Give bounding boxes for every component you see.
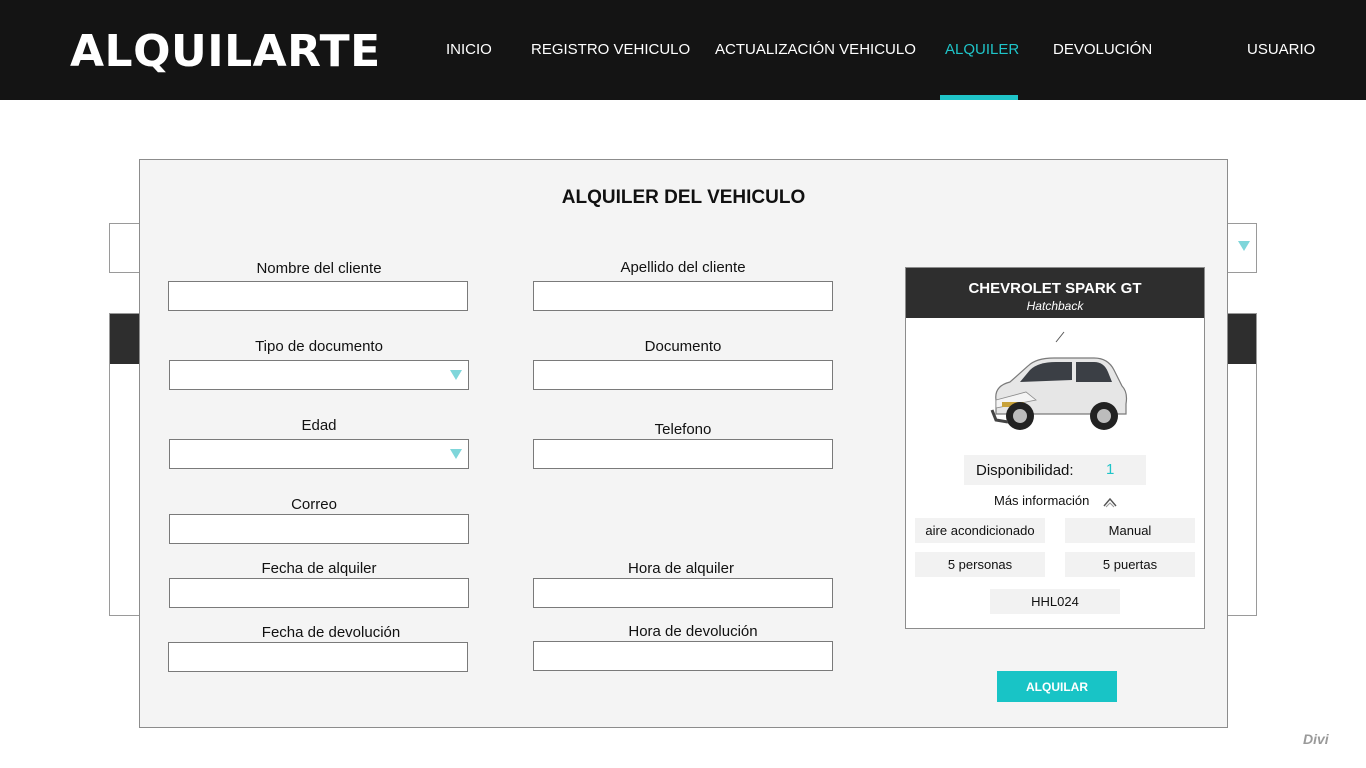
label-hora-devolucion: Hora de devolución [628, 623, 758, 640]
label-fecha-alquiler: Fecha de alquiler [261, 560, 377, 577]
availability-label: Disponibilidad: [976, 462, 1074, 479]
top-navbar: ALQUILARTE INICIO REGISTRO VEHICULO ACTU… [0, 0, 1366, 100]
label-documento: Documento [644, 338, 722, 355]
modal-title: ALQUILER DEL VEHICULO [561, 187, 806, 208]
label-edad: Edad [301, 417, 337, 434]
telefono-input[interactable] [533, 439, 833, 469]
nav-alquiler[interactable]: ALQUILER [945, 41, 1019, 58]
apellido-cliente-input[interactable] [533, 281, 833, 311]
chevron-down-icon [450, 370, 462, 380]
active-nav-indicator [940, 95, 1018, 100]
label-fecha-devolucion: Fecha de devolución [261, 624, 401, 641]
vehicle-card: CHEVROLET SPARK GT Hatchback Disponibili… [905, 267, 1205, 629]
chevron-down-icon [1238, 241, 1250, 251]
documento-input[interactable] [533, 360, 833, 390]
nav-actualizacion-vehiculo[interactable]: ACTUALIZACIÓN VEHICULO [715, 41, 916, 58]
vehicle-name: CHEVROLET SPARK GT [968, 280, 1142, 297]
alquilar-button[interactable]: ALQUILAR [997, 671, 1117, 702]
label-hora-alquiler: Hora de alquiler [628, 560, 734, 577]
availability-value: 1 [1106, 461, 1115, 478]
chevron-down-icon [450, 449, 462, 459]
logo[interactable]: ALQUILARTE [70, 26, 381, 77]
nav-registro-vehiculo[interactable]: REGISTRO VEHICULO [531, 41, 690, 58]
vehicle-card-header: CHEVROLET SPARK GT Hatchback [906, 268, 1204, 318]
fecha-alquiler-input[interactable] [169, 578, 469, 608]
hora-alquiler-input[interactable] [533, 578, 833, 608]
edad-select[interactable] [169, 439, 469, 469]
fecha-devolucion-input[interactable] [168, 642, 468, 672]
availability-box: Disponibilidad: 1 [964, 455, 1146, 485]
chevron-up-icon[interactable] [1102, 495, 1118, 509]
spec-passengers: 5 personas [915, 552, 1045, 577]
label-nombre: Nombre del cliente [256, 260, 382, 277]
nav-usuario[interactable]: USUARIO [1247, 41, 1315, 58]
hora-devolucion-input[interactable] [533, 641, 833, 671]
correo-input[interactable] [169, 514, 469, 544]
rental-modal: ALQUILER DEL VEHICULO Nombre del cliente… [139, 159, 1228, 728]
spec-doors: 5 puertas [1065, 552, 1195, 577]
spec-air-conditioning: aire acondicionado [915, 518, 1045, 543]
spec-transmission: Manual [1065, 518, 1195, 543]
label-correo: Correo [291, 496, 337, 513]
nav-devolucion[interactable]: DEVOLUCIÓN [1053, 41, 1152, 58]
vehicle-type: Hatchback [1026, 299, 1084, 313]
label-apellido: Apellido del cliente [620, 259, 746, 276]
spec-plate: HHL024 [990, 589, 1120, 614]
divi-watermark: Divi [1303, 731, 1329, 747]
more-info-toggle[interactable]: Más información [994, 493, 1089, 508]
label-telefono: Telefono [654, 421, 712, 438]
nombre-cliente-input[interactable] [168, 281, 468, 311]
nav-inicio[interactable]: INICIO [446, 41, 492, 58]
tipo-documento-select[interactable] [169, 360, 469, 390]
label-tipo-documento: Tipo de documento [255, 338, 383, 355]
car-image [990, 331, 1128, 430]
